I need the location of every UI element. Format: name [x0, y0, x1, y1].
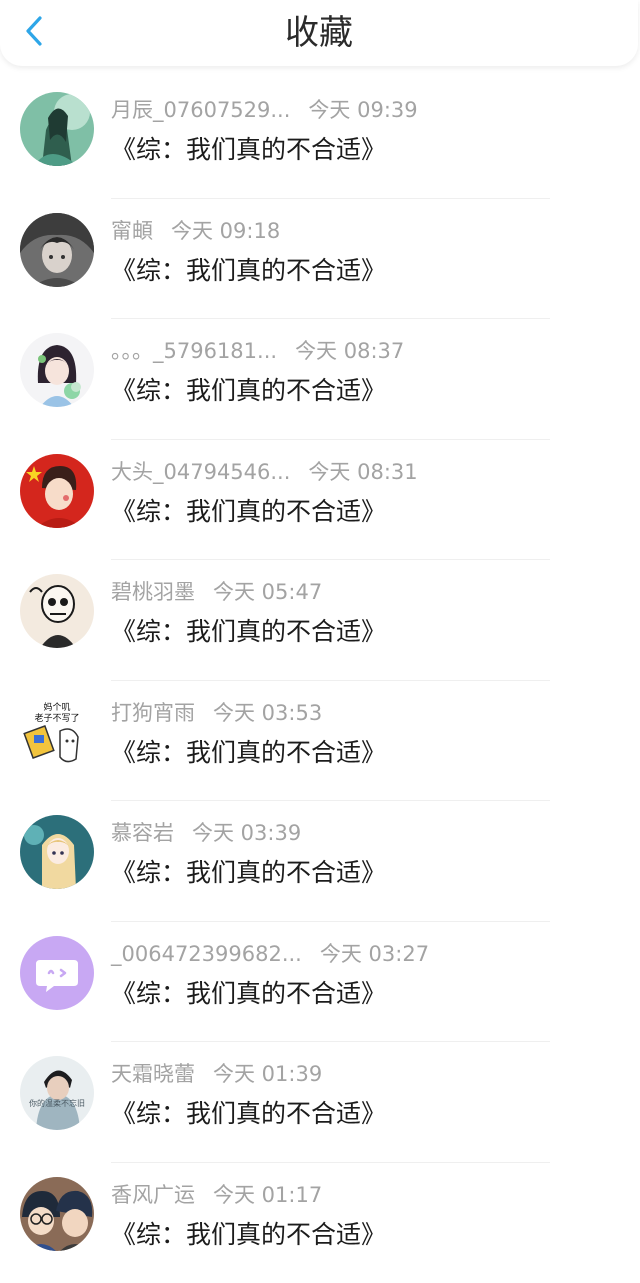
timestamp: 今天 05:47 [213, 578, 322, 606]
book-title[interactable]: 《综：我们真的不合适》 [111, 132, 386, 168]
username[interactable]: 慕容岩 [111, 819, 174, 847]
book-title[interactable]: 《综：我们真的不合适》 [111, 1096, 386, 1132]
timestamp: 今天 08:37 [295, 337, 404, 365]
book-title[interactable]: 《综：我们真的不合适》 [111, 373, 386, 409]
timestamp: 今天 01:17 [213, 1181, 322, 1209]
list-item[interactable]: 慕容岩今天 03:39 《综：我们真的不合适》 [0, 801, 640, 922]
username[interactable]: 甯頔 [111, 217, 153, 245]
item-meta: 香风广运今天 01:17 [111, 1181, 322, 1209]
list-item[interactable]: 碧桃羽墨今天 05:47 《综：我们真的不合适》 [0, 560, 640, 681]
default-chat-bubble-avatar[interactable] [20, 936, 94, 1010]
item-meta: 慕容岩今天 03:39 [111, 819, 301, 847]
flag-boy-avatar[interactable] [20, 454, 94, 528]
timestamp: 今天 09:39 [308, 96, 417, 124]
app-header: 收藏 [0, 0, 638, 66]
meme-sticker-avatar[interactable]: 妈个叽 老子不写了 [20, 695, 94, 769]
timestamp: 今天 09:18 [171, 217, 280, 245]
item-meta: 打狗宵雨今天 03:53 [111, 699, 322, 727]
book-title[interactable]: 《综：我们真的不合适》 [111, 1217, 386, 1253]
book-title[interactable]: 《综：我们真的不合适》 [111, 976, 386, 1012]
detective-conan-avatar[interactable] [20, 1177, 94, 1251]
book-title[interactable]: 《综：我们真的不合适》 [111, 735, 386, 771]
list-item[interactable]: 月辰_07607529... 今天 09:39 《综：我们真的不合适》 [0, 78, 640, 199]
username[interactable]: 大头_04794546... [111, 458, 290, 486]
list-item[interactable]: 妈个叽 老子不写了 打狗宵雨今天 03:53 《综：我们真的不合适》 [0, 681, 640, 802]
item-meta: 大头_04794546... 今天 08:31 [111, 458, 418, 486]
timestamp: 今天 03:39 [192, 819, 301, 847]
sticker-text-line1: 妈个叽 [43, 701, 70, 713]
list-item[interactable]: 。。。_5796181... 今天 08:37 《综：我们真的不合适》 [0, 319, 640, 440]
item-meta: _006472399682... 今天 03:27 [111, 940, 429, 968]
page-title: 收藏 [0, 12, 638, 54]
skull-sketch-avatar[interactable] [20, 574, 94, 648]
timestamp: 今天 08:31 [308, 458, 417, 486]
username[interactable]: _006472399682... [111, 940, 302, 968]
item-meta: 月辰_07607529... 今天 09:39 [111, 96, 418, 124]
username[interactable]: 打狗宵雨 [111, 699, 195, 727]
item-meta: 。。。_5796181... 今天 08:37 [111, 337, 404, 365]
book-title[interactable]: 《综：我们真的不合适》 [111, 253, 386, 289]
username[interactable]: 碧桃羽墨 [111, 578, 195, 606]
item-meta: 碧桃羽墨今天 05:47 [111, 578, 322, 606]
favorites-list: 月辰_07607529...今天 09:39 《综：我们真的不合适》 甯頔今天 … [0, 78, 640, 1283]
list-item[interactable]: _006472399682... 今天 03:27 《综：我们真的不合适》 [0, 922, 640, 1043]
anime-girl-flowers-avatar[interactable] [20, 333, 94, 407]
list-item[interactable]: 香风广运今天 01:17 《综：我们真的不合适》 [0, 1163, 640, 1283]
sticker-text-line2: 老子不写了 [34, 712, 79, 724]
timestamp: 今天 03:27 [320, 940, 429, 968]
username[interactable]: 月辰_07607529... [111, 96, 290, 124]
list-item[interactable]: 大头_04794546... 今天 08:31 《综：我们真的不合适》 [0, 440, 640, 561]
book-title[interactable]: 《综：我们真的不合适》 [111, 855, 386, 891]
item-meta: 天霜晓蕾今天 01:39 [111, 1060, 322, 1088]
anime-boy-gray-avatar[interactable] [20, 213, 94, 287]
item-meta: 甯頔今天 09:18 [111, 217, 280, 245]
username[interactable]: 。。。_5796181... [111, 337, 277, 365]
book-title[interactable]: 《综：我们真的不合适》 [111, 494, 386, 530]
timestamp: 今天 01:39 [213, 1060, 322, 1088]
username[interactable]: 香风广运 [111, 1181, 195, 1209]
anime-girl-green-avatar[interactable] [20, 92, 94, 166]
username[interactable]: 天霜晓蕾 [111, 1060, 195, 1088]
list-item[interactable]: 你的温柔不忘旧 天霜晓蕾今天 01:39 《综：我们真的不合适》 [0, 1042, 640, 1163]
book-title[interactable]: 《综：我们真的不合适》 [111, 614, 386, 650]
timestamp: 今天 03:53 [213, 699, 322, 727]
list-item[interactable]: 甯頔今天 09:18 《综：我们真的不合适》 [0, 199, 640, 320]
avatar-caption: 你的温柔不忘旧 [29, 1098, 85, 1108]
photo-boy-avatar[interactable]: 你的温柔不忘旧 [20, 1056, 94, 1130]
anime-blonde-girl-avatar[interactable] [20, 815, 94, 889]
